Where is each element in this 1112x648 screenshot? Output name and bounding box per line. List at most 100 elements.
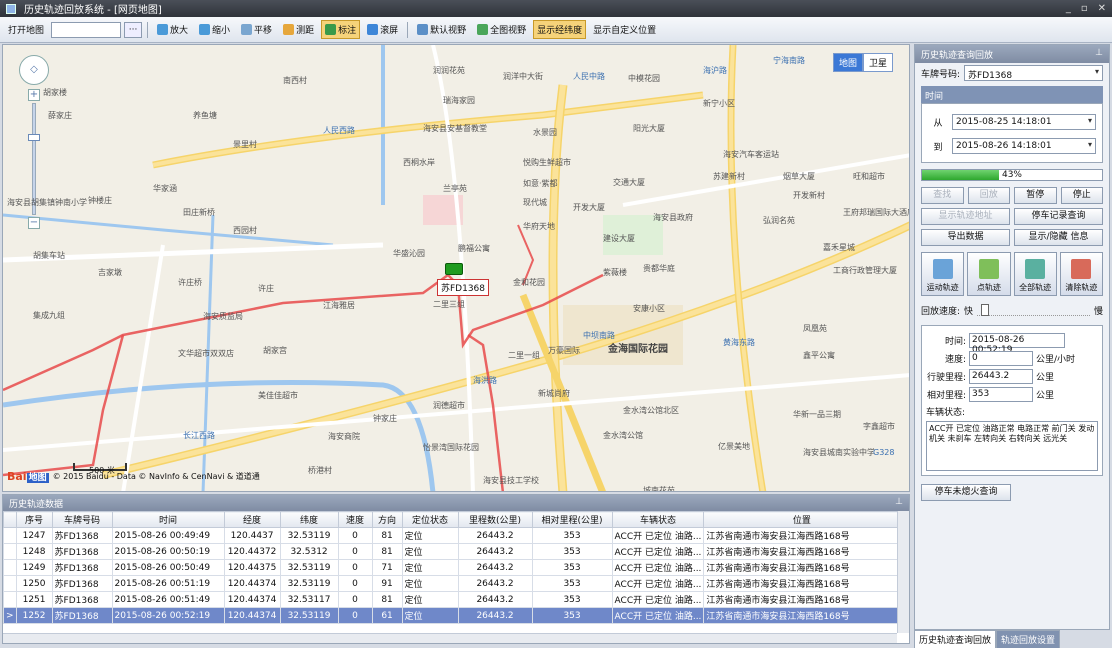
table-row[interactable]: >1252 苏FD1368 2015-08-26 00:52:19 120.44374…	[3, 607, 901, 624]
table-cell: 2015-08-26 00:51:49	[111, 591, 225, 608]
map-label: 紫薇楼	[603, 268, 627, 277]
toggle-info-button[interactable]: 显示/隐藏 信息	[1014, 229, 1103, 246]
column-header[interactable]: 经度	[223, 511, 281, 528]
zoom-slider[interactable]: + −	[28, 89, 40, 239]
column-header[interactable]: 车牌号码	[51, 511, 113, 528]
table-cell: 1252	[15, 607, 53, 624]
from-label: 从	[933, 118, 943, 129]
table-cell: 353	[531, 559, 613, 576]
clear-track-button[interactable]: 清除轨迹	[1059, 252, 1103, 296]
column-header[interactable]: 纬度	[279, 511, 339, 528]
tab-replay-settings[interactable]: 轨迹回放设置	[996, 630, 1061, 648]
table-row[interactable]: 1249 苏FD1368 2015-08-26 00:50:49 120.44375 3…	[3, 559, 901, 576]
column-header[interactable]: 位置	[703, 511, 901, 528]
mileage-field[interactable]: 26443.2	[969, 369, 1033, 384]
full-view-button[interactable]: 全图视野	[473, 20, 530, 39]
map-type-satellite[interactable]: 卫星	[862, 53, 893, 72]
table-cell: 江苏省南通市海安县江海西路168号	[703, 575, 901, 592]
table-cell: ACC开 已定位 油路...	[611, 591, 705, 608]
show-latlon-button[interactable]: 显示经纬度	[533, 20, 587, 39]
column-header[interactable]: 序号	[15, 511, 53, 528]
map-label: 金海国际花园	[608, 344, 668, 355]
point-track-button[interactable]: 点轨迹	[967, 252, 1011, 296]
custom-position-button[interactable]: 显示自定义位置	[589, 20, 660, 39]
table-cell: 江苏省南通市海安县江海西路168号	[703, 591, 901, 608]
map-type-map[interactable]: 地图	[832, 53, 863, 72]
replay-button[interactable]: 回放	[967, 187, 1010, 204]
speed-label: 回放速度:	[921, 307, 961, 317]
map-label: 海洪路	[473, 376, 497, 385]
column-header[interactable]: 定位状态	[401, 511, 459, 528]
zoom-in-label: 放大	[170, 26, 189, 36]
table-row[interactable]: 1247 苏FD1368 2015-08-26 00:49:49 120.4437 32…	[3, 527, 901, 544]
table-cell: 81	[371, 543, 403, 560]
column-header[interactable]: 里程数(公里)	[457, 511, 533, 528]
show-track-address-button[interactable]: 显示轨迹地址	[921, 208, 1010, 225]
close-icon[interactable]: ✕	[1098, 3, 1106, 14]
all-track-icon	[1025, 259, 1046, 279]
map-label: 海安县胡集镇钟南小学	[7, 198, 87, 207]
zoom-out-button[interactable]: 缩小	[195, 20, 234, 39]
app-icon	[6, 3, 16, 14]
plate-select[interactable]: 苏FD1368	[964, 65, 1103, 81]
stop-button[interactable]: 停止	[1060, 187, 1103, 204]
to-datetime[interactable]: 2015-08-26 14:18:01	[952, 138, 1096, 154]
restore-icon[interactable]: ▫	[1081, 3, 1088, 14]
map-path-input[interactable]	[51, 21, 122, 38]
zoom-thumb[interactable]	[28, 134, 40, 141]
table-cell: 32.53119	[279, 575, 339, 592]
pan-control[interactable]: ◇	[19, 55, 49, 85]
from-datetime[interactable]: 2015-08-25 14:18:01	[952, 114, 1096, 130]
pin-icon[interactable]: ⊥	[1095, 48, 1103, 60]
all-track-button[interactable]: 全部轨迹	[1013, 252, 1057, 296]
pin-icon[interactable]: ⊥	[895, 497, 903, 509]
default-view-button[interactable]: 默认视野	[413, 20, 470, 39]
table-row[interactable]: 1248 苏FD1368 2015-08-26 00:50:19 120.44372 3…	[3, 543, 901, 560]
zoom-plus-icon[interactable]: +	[28, 89, 40, 101]
column-header[interactable]: 时间	[111, 511, 225, 528]
pause-button[interactable]: 暂停	[1014, 187, 1057, 204]
stop-records-button[interactable]: 停车记录查询	[1014, 208, 1103, 225]
map-label: 如意·紫都	[523, 179, 558, 188]
mark-button[interactable]: 标注	[321, 20, 361, 39]
map-label: 人民中路	[573, 72, 605, 81]
baidu-logo-map-text: 地图	[26, 473, 49, 483]
zoom-in-button[interactable]: 放大	[153, 20, 192, 39]
map-label: 文华超市双双店	[178, 349, 234, 358]
time-field[interactable]: 2015-08-26 00:52:19	[969, 333, 1065, 355]
table-cell: 苏FD1368	[51, 575, 113, 592]
grid-vertical-scrollbar[interactable]	[897, 511, 909, 633]
row-indicator: >	[3, 607, 17, 624]
side-panel-title: 历史轨迹查询回放	[921, 51, 994, 61]
point-track-label: 点轨迹	[976, 283, 1001, 292]
column-header[interactable]: 相对里程(公里)	[531, 511, 613, 528]
idle-query-button[interactable]: 停车未熄火查询	[921, 484, 1011, 501]
pan-button[interactable]: 平移	[237, 20, 276, 39]
tab-track-replay[interactable]: 历史轨迹查询回放	[914, 630, 997, 648]
vehicle-status-text[interactable]: ACC开 已定位 油路正常 电路正常 前门关 发动机关 未刹车 左转向关 右转向…	[926, 421, 1098, 471]
browse-button[interactable]: ···	[124, 21, 143, 38]
motion-track-button[interactable]: 运动轨迹	[921, 252, 965, 296]
measure-button[interactable]: 测距	[279, 20, 318, 39]
export-button[interactable]: 导出数据	[921, 229, 1010, 246]
zoom-minus-icon[interactable]: −	[28, 217, 40, 229]
grid-horizontal-scrollbar[interactable]	[3, 633, 897, 643]
open-map-button[interactable]: 打开地图	[4, 20, 48, 39]
column-header[interactable]: 车辆状态	[611, 511, 705, 528]
speed-field[interactable]: 0	[969, 351, 1033, 366]
query-button[interactable]: 查找	[921, 187, 964, 204]
pan-arrows-icon[interactable]: ◇	[19, 55, 49, 85]
vehicle-marker-icon[interactable]	[445, 263, 463, 275]
column-header[interactable]: 速度	[337, 511, 373, 528]
table-row[interactable]: 1250 苏FD1368 2015-08-26 00:51:19 120.44374 3…	[3, 575, 901, 592]
table-cell: 81	[371, 591, 403, 608]
relative-mileage-field[interactable]: 353	[969, 387, 1033, 402]
roam-button[interactable]: 滚屏	[363, 20, 402, 39]
map-label: 海安县政府	[653, 213, 693, 222]
map-view[interactable]: ◇ + − 地图 卫星 南西村 胡家楼 薛家庄 养鱼塘 景里村 钟楼庄 华家涵 田庄新桥 海安县…	[2, 44, 910, 492]
table-row[interactable]: 1251 苏FD1368 2015-08-26 00:51:49 120.44374 3…	[3, 591, 901, 608]
column-header[interactable]: 方向	[371, 511, 403, 528]
minimize-icon[interactable]: _	[1066, 3, 1071, 14]
speed-slider-knob[interactable]	[981, 303, 990, 316]
replay-speed-slider[interactable]	[977, 303, 1090, 316]
